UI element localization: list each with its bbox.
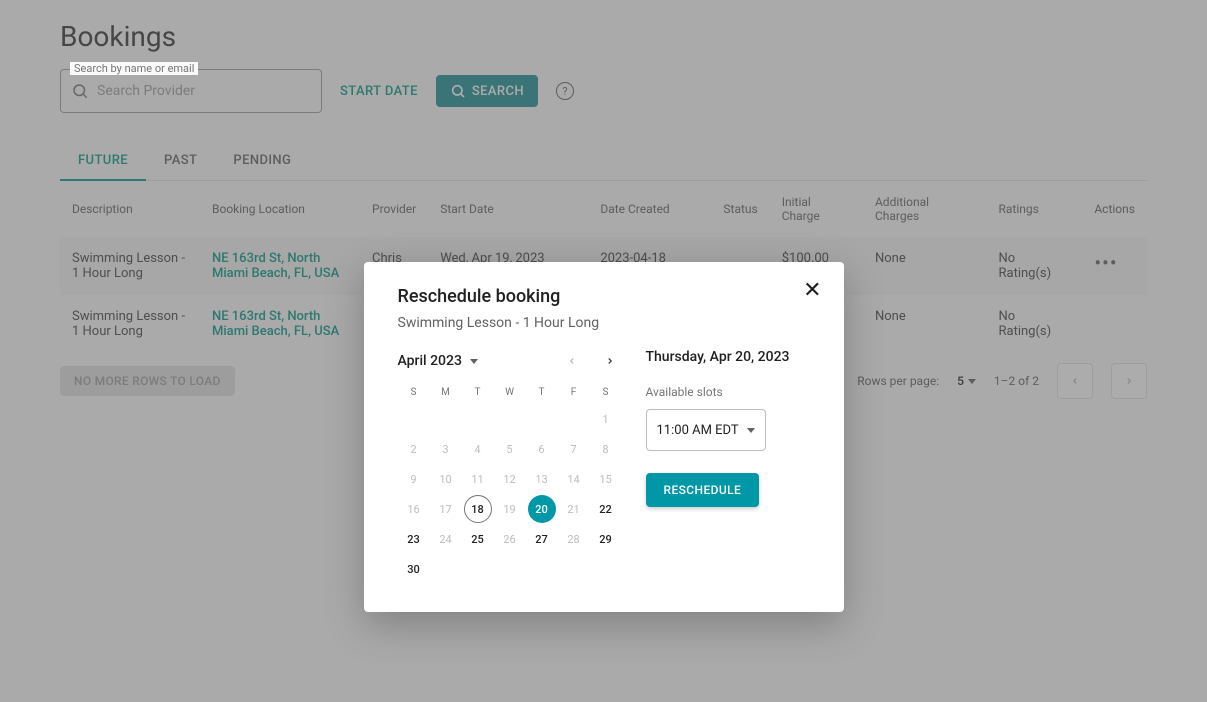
calendar-day: 17 xyxy=(430,494,462,524)
calendar-dow: S xyxy=(398,381,430,404)
slot-value: 11:00 AM EDT xyxy=(657,423,739,438)
reschedule-button[interactable]: RESCHEDULE xyxy=(646,473,760,507)
calendar-dow: T xyxy=(462,381,494,404)
search-label: Search by name or email xyxy=(70,62,198,75)
calendar-day: 8 xyxy=(590,434,622,464)
month-label: April 2023 xyxy=(398,353,462,369)
dialog-subtitle: Swimming Lesson - 1 Hour Long xyxy=(398,315,810,331)
calendar-dow: M xyxy=(430,381,462,404)
calendar-day: 3 xyxy=(430,434,462,464)
calendar-day[interactable]: 27 xyxy=(526,524,558,554)
calendar-day: 28 xyxy=(558,524,590,554)
slot-select[interactable]: 11:00 AM EDT xyxy=(646,409,766,451)
calendar-day[interactable]: 22 xyxy=(590,494,622,524)
calendar-day: 16 xyxy=(398,494,430,524)
dialog-title: Reschedule booking xyxy=(398,286,810,307)
calendar-empty xyxy=(526,404,558,434)
prev-month-button[interactable] xyxy=(560,349,584,373)
calendar-day: 14 xyxy=(558,464,590,494)
calendar-dow: S xyxy=(590,381,622,404)
calendar-day[interactable]: 18 xyxy=(464,495,492,523)
calendar-day: 19 xyxy=(494,494,526,524)
calendar-grid: SMTWTFS123456789101112131415161718192021… xyxy=(398,381,622,584)
calendar-day: 2 xyxy=(398,434,430,464)
calendar-day: 15 xyxy=(590,464,622,494)
calendar-day[interactable]: 30 xyxy=(398,554,430,584)
chevron-down-icon xyxy=(747,428,755,433)
calendar-day: 4 xyxy=(462,434,494,464)
calendar-day[interactable]: 25 xyxy=(462,524,494,554)
modal-overlay[interactable]: ✕ Reschedule booking Swimming Lesson - 1… xyxy=(0,0,1207,702)
slot-panel: Thursday, Apr 20, 2023 Available slots 1… xyxy=(646,349,810,584)
calendar-day: 11 xyxy=(462,464,494,494)
calendar-dow: T xyxy=(526,381,558,404)
calendar-day: 24 xyxy=(430,524,462,554)
calendar-day: 1 xyxy=(590,404,622,434)
reschedule-dialog: ✕ Reschedule booking Swimming Lesson - 1… xyxy=(364,262,844,612)
calendar-day: 9 xyxy=(398,464,430,494)
calendar-empty xyxy=(462,404,494,434)
calendar-header: April 2023 xyxy=(398,349,622,373)
calendar-empty xyxy=(430,404,462,434)
calendar-dow: F xyxy=(558,381,590,404)
selected-date-label: Thursday, Apr 20, 2023 xyxy=(646,349,810,365)
close-icon[interactable]: ✕ xyxy=(803,280,821,302)
calendar-dow: W xyxy=(494,381,526,404)
calendar-day: 13 xyxy=(526,464,558,494)
calendar-day[interactable]: 20 xyxy=(528,495,556,523)
calendar-day: 26 xyxy=(494,524,526,554)
calendar-day[interactable]: 23 xyxy=(398,524,430,554)
calendar-day: 12 xyxy=(494,464,526,494)
next-month-button[interactable] xyxy=(598,349,622,373)
calendar-empty xyxy=(398,404,430,434)
calendar-day[interactable]: 29 xyxy=(590,524,622,554)
available-slots-label: Available slots xyxy=(646,385,810,399)
chevron-down-icon xyxy=(470,359,478,364)
calendar-empty xyxy=(494,404,526,434)
calendar-day: 6 xyxy=(526,434,558,464)
calendar-day: 5 xyxy=(494,434,526,464)
month-selector[interactable]: April 2023 xyxy=(398,353,478,369)
calendar-day: 21 xyxy=(558,494,590,524)
calendar: April 2023 SMTWTFS1234567891011121314151… xyxy=(398,349,622,584)
calendar-empty xyxy=(558,404,590,434)
calendar-day: 7 xyxy=(558,434,590,464)
calendar-day: 10 xyxy=(430,464,462,494)
